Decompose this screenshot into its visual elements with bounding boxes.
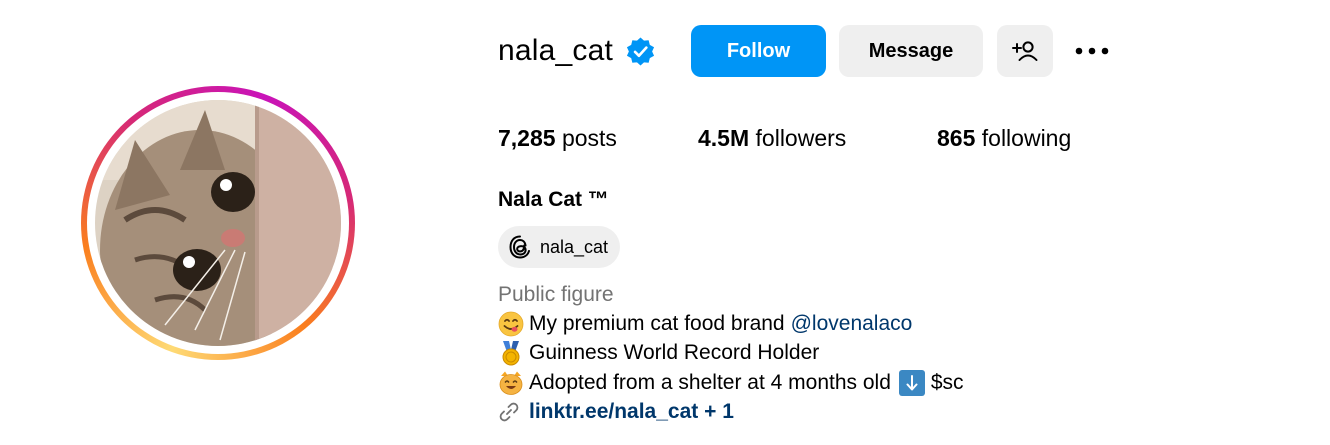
posts-stat: 7,285 posts	[498, 125, 617, 152]
down-arrow-icon	[898, 370, 925, 396]
avatar-ring-gap	[87, 92, 349, 354]
followers-count: 4.5M	[698, 125, 750, 151]
avatar-story-ring[interactable]	[81, 86, 355, 360]
posts-count: 7,285	[498, 125, 556, 151]
bio-line-3-text: Adopted from a shelter at 4 months old	[529, 371, 891, 394]
bio-line-1: My premium cat food brand @lovenalaco	[498, 311, 912, 337]
bio-line-2-text: Guinness World Record Holder	[529, 341, 820, 364]
message-button[interactable]: Message	[839, 25, 983, 77]
bio-line-1-text: My premium cat food brand	[529, 312, 785, 335]
bio-line-3-suffix: $sc	[930, 371, 964, 394]
follow-button[interactable]: Follow	[691, 25, 826, 77]
threads-icon	[509, 235, 530, 259]
threads-handle: nala_cat	[540, 236, 609, 257]
username: nala_cat	[498, 34, 614, 67]
following-count: 865	[937, 125, 976, 151]
bio-line-3: Adopted from a shelter at 4 months old $…	[498, 370, 964, 396]
following-label: following	[981, 125, 1072, 151]
followers-label: followers	[755, 125, 847, 151]
yum-face-icon	[498, 311, 524, 337]
full-name: Nala Cat ™	[498, 188, 609, 211]
link-icon	[499, 402, 519, 422]
more-options-button[interactable]	[1068, 35, 1116, 67]
verified-badge-icon	[626, 37, 655, 65]
posts-label: posts	[561, 125, 617, 151]
more-horizontal-icon	[1075, 47, 1109, 55]
cat-photo	[95, 100, 341, 346]
external-link-text: linktr.ee/nala_cat + 1	[529, 400, 734, 423]
bio-mention-link[interactable]: @lovenalaco	[791, 312, 913, 336]
bio-line-2: Guinness World Record Holder	[498, 340, 819, 366]
external-link[interactable]: linktr.ee/nala_cat + 1	[498, 400, 734, 424]
avatar[interactable]	[95, 100, 341, 346]
medal-icon	[502, 341, 520, 366]
smiling-cat-icon	[499, 371, 523, 395]
suggest-similar-button[interactable]	[997, 25, 1053, 77]
followers-stat[interactable]: 4.5M followers	[698, 125, 846, 152]
category-label: Public figure	[498, 283, 614, 306]
threads-badge[interactable]: nala_cat	[498, 226, 621, 268]
add-user-icon	[1012, 41, 1038, 61]
profile-header: nala_cat	[498, 24, 656, 78]
following-stat[interactable]: 865 following	[937, 125, 1071, 152]
